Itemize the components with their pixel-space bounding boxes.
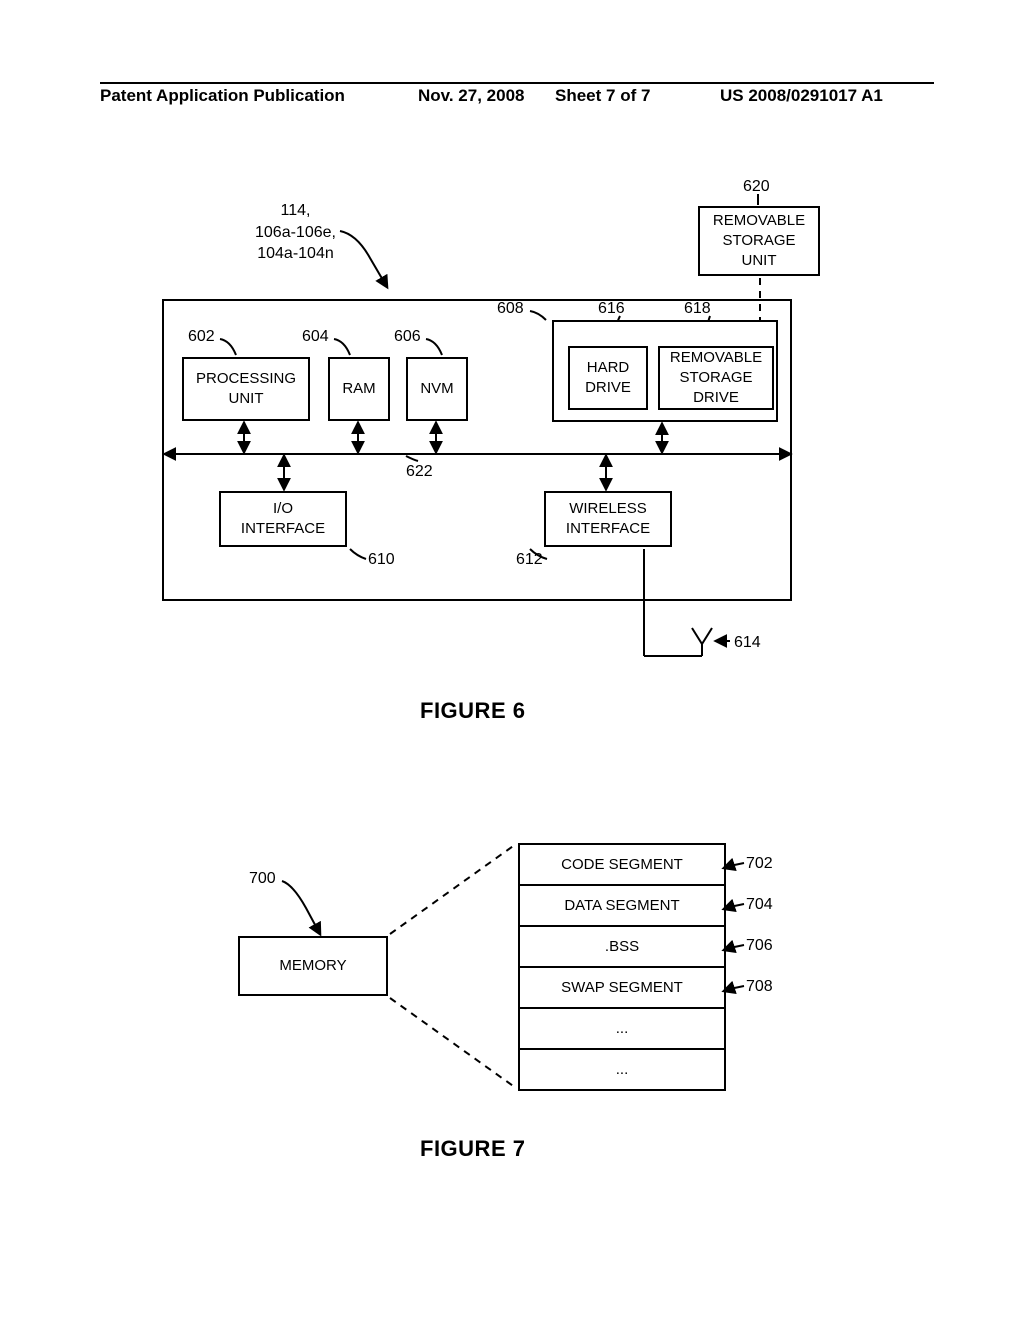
fig7-lines	[0, 0, 1024, 1200]
page: Patent Application Publication Nov. 27, …	[0, 0, 1024, 1320]
removable-storage-unit-box: REMOVABLE STORAGE UNIT	[698, 206, 820, 276]
nvm-box: NVM	[406, 357, 468, 421]
figure-7-caption: FIGURE 7	[420, 1136, 525, 1162]
wireless-interface-box: WIRELESS INTERFACE	[544, 491, 672, 547]
io-interface-box: I/O INTERFACE	[219, 491, 347, 547]
removable-storage-drive-box: REMOVABLE STORAGE DRIVE	[658, 346, 774, 410]
ram-box: RAM	[328, 357, 390, 421]
hard-drive-box: HARD DRIVE	[568, 346, 648, 410]
processing-unit-box: PROCESSING UNIT	[182, 357, 310, 421]
